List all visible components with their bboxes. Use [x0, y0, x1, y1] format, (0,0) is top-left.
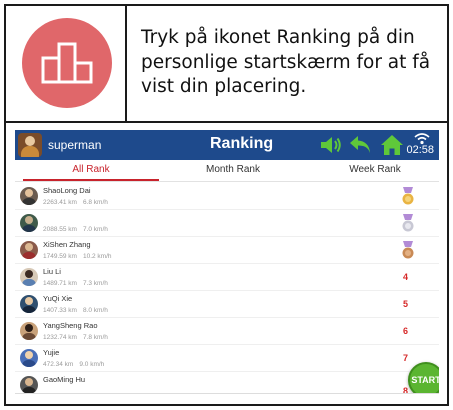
back-arrow-icon[interactable]	[348, 133, 374, 157]
distance: 2263.41 km	[43, 199, 77, 206]
instruction-text: Tryk på ikonet Ranking på din personlige…	[141, 27, 431, 97]
player-stats: 1407.33 km 8.0 km/h	[43, 307, 108, 314]
speed: 6.8 km/h	[82, 199, 108, 206]
player-name: GaoMing Hu	[43, 375, 86, 384]
speed: 10.2 km/h	[82, 253, 112, 260]
username: superman	[48, 138, 102, 152]
volume-icon[interactable]	[318, 133, 344, 157]
player-stats: 1749.59 km 10.2 km/h	[43, 253, 112, 260]
list-item[interactable]: XiShen Zhang 1749.59 km 10.2 km/h	[15, 237, 439, 264]
distance: 2088.55 km	[43, 226, 77, 233]
ranking-podium-icon	[22, 18, 112, 108]
top-bar: superman Ranking 02:58	[15, 130, 439, 160]
clock-time: 02:58	[406, 144, 434, 156]
speed: 9.0 km/h	[79, 361, 105, 368]
distance: 1407.33 km	[43, 307, 77, 314]
distance: 1749.59 km	[43, 253, 77, 260]
rank-number: 7	[403, 353, 409, 363]
speed: 7.0 km/h	[82, 226, 108, 233]
rank-number: 8	[403, 386, 409, 394]
avatar	[20, 295, 38, 313]
speed: 8.0 km/h	[82, 307, 108, 314]
player-name: ShaoLong Dai	[43, 186, 91, 195]
tab-month-rank[interactable]: Month Rank	[165, 160, 301, 182]
manual-frame: Tryk på ikonet Ranking på din personlige…	[4, 4, 449, 406]
rank-tabs: All Rank Month Rank Week Rank	[15, 160, 439, 182]
rank-number: 5	[403, 299, 409, 309]
instruction-row: Tryk på ikonet Ranking på din personlige…	[6, 6, 447, 123]
player-stats: 2263.41 km 6.8 km/h	[43, 199, 108, 206]
silver-medal-icon	[401, 214, 415, 233]
bronze-medal-icon	[401, 241, 415, 260]
home-icon[interactable]	[379, 133, 405, 157]
avatar	[20, 241, 38, 259]
player-stats: 2088.55 km 7.0 km/h	[43, 226, 108, 233]
list-item[interactable]: ShaoLong Dai 2263.41 km 6.8 km/h	[15, 183, 439, 210]
avatar	[20, 322, 38, 340]
list-item[interactable]: Yujie 472.34 km 9.0 km/h 7	[15, 345, 439, 372]
player-stats: 1489.71 km 7.3 km/h	[43, 280, 108, 287]
wifi-icon	[411, 131, 433, 145]
list-item[interactable]: 2088.55 km 7.0 km/h	[15, 210, 439, 237]
user-avatar[interactable]	[18, 133, 42, 157]
avatar	[20, 214, 38, 232]
rank-number: 6	[403, 326, 409, 336]
player-name: Yujie	[43, 348, 60, 357]
rank-number: 4	[403, 272, 409, 282]
distance: 1489.71 km	[43, 280, 77, 287]
gold-medal-icon	[401, 187, 415, 206]
player-name: YangSheng Rao	[43, 321, 98, 330]
ranking-screen: superman Ranking 02:58 All Rank Month Ra…	[15, 130, 439, 394]
player-stats: 472.34 km 9.0 km/h	[43, 361, 104, 368]
player-stats: 1232.74 km 7.8 km/h	[43, 334, 108, 341]
start-button[interactable]: START	[408, 362, 439, 393]
list-item[interactable]: GaoMing Hu 8	[15, 372, 439, 394]
avatar	[20, 187, 38, 205]
avatar	[20, 268, 38, 286]
player-name: Liu Li	[43, 267, 61, 276]
speed: 7.8 km/h	[82, 334, 108, 341]
speed: 7.3 km/h	[82, 280, 108, 287]
avatar	[20, 376, 38, 393]
distance: 1232.74 km	[43, 334, 77, 341]
distance: 472.34 km	[43, 361, 74, 368]
player-name: YuQi Xie	[43, 294, 73, 303]
list-item[interactable]: YangSheng Rao 1232.74 km 7.8 km/h 6	[15, 318, 439, 345]
tab-week-rank[interactable]: Week Rank	[315, 160, 435, 182]
icon-cell	[6, 6, 127, 121]
list-item[interactable]: YuQi Xie 1407.33 km 8.0 km/h 5	[15, 291, 439, 318]
ranking-list: ShaoLong Dai 2263.41 km 6.8 km/h 2088.55 …	[15, 183, 439, 394]
page-title: Ranking	[210, 135, 274, 152]
avatar	[20, 349, 38, 367]
list-item[interactable]: Liu Li 1489.71 km 7.3 km/h 4	[15, 264, 439, 291]
player-name: XiShen Zhang	[43, 240, 91, 249]
active-tab-indicator	[23, 179, 159, 181]
